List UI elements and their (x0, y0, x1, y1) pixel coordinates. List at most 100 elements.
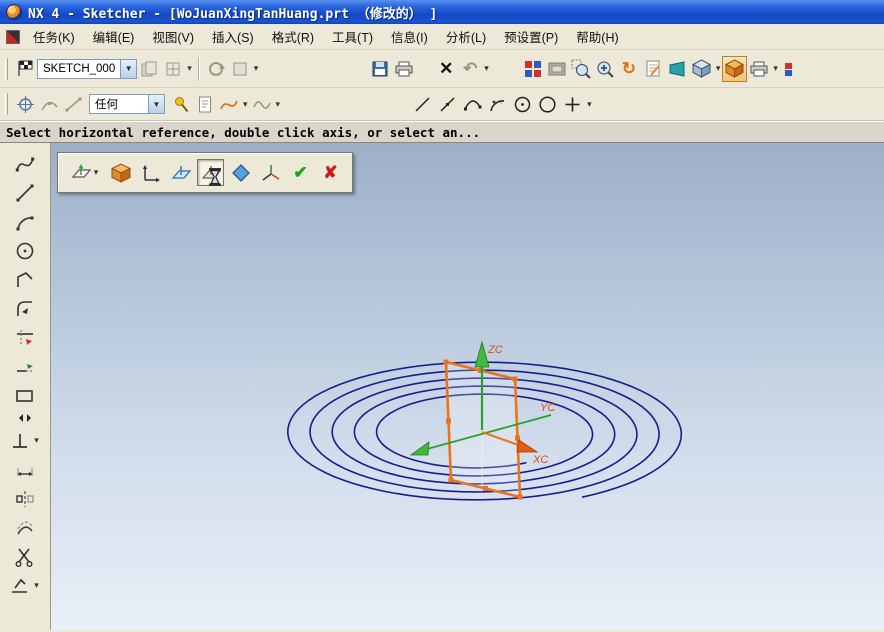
menu-item-edit[interactable]: 编辑(E) (84, 23, 144, 50)
orient-view-button[interactable] (161, 56, 185, 82)
arc-center-button[interactable] (485, 91, 510, 117)
combo-arrow-icon[interactable]: ▼ (148, 95, 164, 113)
title-bar[interactable]: NX 4 - Sketcher - [WoJuanXingTanHuang.pr… (0, 0, 884, 24)
end-point-icon (64, 95, 83, 114)
snap-view-button[interactable] (521, 56, 545, 82)
undo-button[interactable]: ↶ (458, 56, 482, 82)
pin-filter-button[interactable] (169, 91, 193, 117)
overflow-arrow[interactable]: ▾ (771, 63, 780, 74)
tool-dimension-button[interactable] (3, 455, 47, 484)
curve-analysis-button[interactable] (250, 91, 274, 117)
toolbar-overflow-chevrons[interactable] (3, 410, 47, 426)
cube-icon (691, 58, 712, 79)
reattach-button[interactable] (137, 56, 161, 82)
toolbar-grip[interactable] (5, 58, 8, 80)
viewport-3d[interactable]: ZC YC XC (51, 143, 884, 630)
arc-3pt-button[interactable] (460, 91, 485, 117)
point-on-curve-button[interactable] (37, 91, 61, 117)
line-tool-button[interactable] (410, 91, 435, 117)
blue-diamond-icon (230, 162, 252, 184)
overflow-arrow[interactable]: ▾ (92, 167, 101, 178)
combo-arrow-icon[interactable]: ▼ (120, 60, 136, 78)
annotation-button[interactable] (193, 91, 217, 117)
menu-item-information[interactable]: 信息(I) (382, 23, 437, 50)
face-plane-button[interactable] (227, 159, 254, 186)
overflow-arrow[interactable]: ▾ (714, 63, 723, 74)
tool-circle-button[interactable] (3, 236, 47, 265)
menu-item-format[interactable]: 格式(R) (263, 23, 323, 50)
tool-polygon-button[interactable] (3, 265, 47, 294)
menu-item-task[interactable]: 任务(K) (24, 23, 84, 50)
zoom-window-button[interactable] (569, 56, 593, 82)
update-model-button[interactable] (204, 56, 228, 82)
circle-center-button[interactable] (510, 91, 535, 117)
overflow-arrow[interactable]: ▾ (241, 99, 250, 110)
tool-constraints-button[interactable]: ▾ (3, 426, 47, 455)
save-button[interactable] (368, 56, 392, 82)
tool-fillet-button[interactable] (3, 294, 47, 323)
tool-edit-curve-button[interactable]: ▾ (3, 571, 47, 600)
menu-item-preferences[interactable]: 预设置(P) (495, 23, 567, 50)
menu-item-analysis[interactable]: 分析(L) (437, 23, 495, 50)
plane-zc-button[interactable] (167, 159, 194, 186)
point-tool-button[interactable] (560, 91, 585, 117)
graphics-canvas[interactable]: ZC YC XC ▾ (51, 143, 884, 630)
mirror-icon (14, 488, 36, 510)
toolbar-standard: SKETCH_000 ▼ ▾ ▾ (0, 50, 884, 88)
menu-item-view[interactable]: 视图(V) (143, 23, 203, 50)
tool-quick-trim-button[interactable] (3, 323, 47, 352)
tool-arc-button[interactable] (3, 207, 47, 236)
pan-view-button[interactable] (641, 56, 665, 82)
fit-view-button[interactable] (545, 56, 569, 82)
tool-trim-scissors-button[interactable] (3, 542, 47, 571)
overflow-arrow[interactable]: ▾ (32, 580, 41, 591)
tool-profile-button[interactable] (3, 149, 47, 178)
menu-item-help[interactable]: 帮助(H) (567, 23, 627, 50)
display-mode-button[interactable] (747, 56, 771, 82)
overflow-arrow[interactable]: ▾ (274, 99, 283, 110)
toolbar-grip[interactable] (5, 93, 8, 115)
rotate-view-button[interactable]: ↻ (617, 56, 641, 82)
delete-button[interactable]: ✕ (434, 56, 458, 82)
perspective-button[interactable] (665, 56, 689, 82)
ok-button[interactable]: ✔ (287, 159, 314, 186)
menu-item-tools[interactable]: 工具(T) (323, 23, 382, 50)
tool-mirror-button[interactable] (3, 484, 47, 513)
cancel-x-icon: ✘ (323, 164, 337, 181)
clipped-icon (784, 60, 792, 78)
tool-line-button[interactable] (3, 178, 47, 207)
tool-rectangle-button[interactable] (3, 381, 47, 410)
prompt-text: Select horizontal reference, double clic… (6, 125, 480, 140)
snap-point-button[interactable] (13, 91, 37, 117)
finish-sketch-button[interactable] (13, 56, 37, 82)
circle-3pt-button[interactable] (535, 91, 560, 117)
iso-orientation-button[interactable] (107, 159, 134, 186)
sketch-name-value: SKETCH_000 (38, 63, 120, 75)
sheet-button[interactable] (228, 56, 252, 82)
plus-icon (562, 94, 583, 115)
inferred-line-button[interactable] (435, 91, 460, 117)
studio-spline-button[interactable] (217, 91, 241, 117)
tool-quick-extend-button[interactable] (3, 352, 47, 381)
end-point-button[interactable] (61, 91, 85, 117)
overflow-arrow[interactable]: ▾ (482, 63, 491, 74)
zoom-in-out-button[interactable] (593, 56, 617, 82)
clipped-toolbar-button[interactable] (782, 56, 794, 82)
zoom-window-icon (571, 59, 591, 79)
view-orientation-button[interactable] (689, 56, 714, 82)
selection-filter-combo[interactable]: 任何 ▼ (89, 94, 165, 114)
tool-offset-button[interactable] (3, 513, 47, 542)
menu-item-insert[interactable]: 插入(S) (203, 23, 263, 50)
overflow-arrow[interactable]: ▾ (185, 63, 194, 74)
reference-plane-button[interactable] (197, 159, 224, 186)
sketch-name-combo[interactable]: SKETCH_000 ▼ (37, 59, 137, 79)
print-button[interactable] (392, 56, 416, 82)
cancel-button[interactable]: ✘ (317, 159, 344, 186)
csys-button[interactable] (257, 159, 284, 186)
plane-option-button[interactable]: ▾ (66, 159, 104, 186)
axis-direction-button[interactable] (137, 159, 164, 186)
overflow-arrow[interactable]: ▾ (585, 99, 594, 110)
overflow-arrow[interactable]: ▾ (32, 435, 41, 446)
shaded-display-button[interactable] (722, 56, 747, 82)
overflow-arrow[interactable]: ▾ (252, 63, 261, 74)
